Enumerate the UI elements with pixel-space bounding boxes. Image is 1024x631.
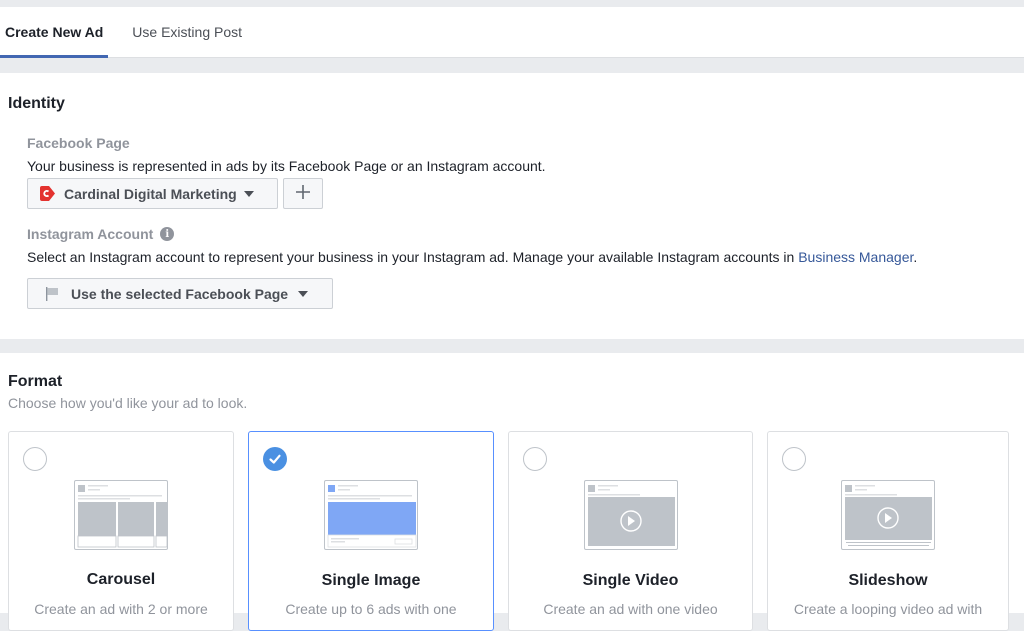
instagram-account-label: Instagram Account [27, 226, 154, 242]
chevron-down-icon [243, 190, 254, 197]
format-option-single-image[interactable]: Single Image Create up to 6 ads with one [248, 431, 494, 631]
facebook-page-label: Facebook Page [27, 135, 130, 151]
format-option-title: Carousel [86, 571, 156, 588]
description-suffix: . [913, 249, 918, 265]
single-image-preview-icon [324, 480, 418, 550]
radio-unchecked[interactable] [782, 447, 806, 471]
format-option-description: Create a looping video ad with [793, 601, 983, 617]
format-option-single-video[interactable]: Single Video Create an ad with one video [508, 431, 753, 631]
selected-account-name: Use the selected Facebook Page [71, 285, 289, 302]
instagram-account-description: Select an Instagram account to represent… [27, 249, 917, 265]
section-title-format: Format [8, 373, 63, 390]
section-title-identity: Identity [8, 95, 65, 112]
description-text: Select an Instagram account to represent… [27, 249, 799, 265]
cardinal-logo-icon [39, 186, 56, 201]
tab-use-existing-post[interactable]: Use Existing Post [127, 7, 247, 57]
radio-checked[interactable] [263, 447, 287, 471]
ad-creation-tabs: Create New Ad Use Existing Post [0, 7, 1024, 58]
radio-unchecked[interactable] [23, 447, 47, 471]
facebook-page-dropdown[interactable]: Cardinal Digital Marketing [27, 178, 278, 209]
flag-icon [45, 286, 59, 301]
facebook-page-description: Your business is represented in ads by i… [27, 158, 546, 174]
top-strip [0, 0, 1024, 7]
instagram-account-label-row: Instagram Account i [27, 226, 175, 242]
format-option-description: Create up to 6 ads with one [285, 601, 457, 617]
format-option-title: Slideshow [848, 572, 928, 589]
format-option-carousel[interactable]: Carousel Create an ad with 2 or more [8, 431, 234, 631]
chevron-down-icon [298, 290, 309, 297]
add-page-button[interactable] [283, 178, 323, 209]
tab-create-new-ad[interactable]: Create New Ad [0, 7, 109, 58]
tab-label: Create New Ad [5, 24, 104, 40]
selected-page-name: Cardinal Digital Marketing [64, 185, 237, 202]
instagram-account-dropdown[interactable]: Use the selected Facebook Page [27, 278, 333, 309]
business-manager-link[interactable]: Business Manager [798, 249, 913, 265]
checkmark-icon [269, 454, 281, 464]
identity-section: Identity Facebook Page Your business is … [0, 73, 1024, 339]
tab-label: Use Existing Post [132, 24, 243, 40]
format-subtitle: Choose how you'd like your ad to look. [8, 395, 248, 411]
slideshow-preview-icon [841, 480, 935, 550]
format-option-description: Create an ad with 2 or more [34, 601, 208, 617]
format-section: Format Choose how you'd like your ad to … [0, 353, 1024, 631]
format-option-title: Single Image [321, 572, 421, 589]
info-icon[interactable]: i [160, 227, 175, 241]
single-video-preview-icon [583, 480, 678, 550]
plus-icon [295, 184, 311, 203]
format-option-description: Create an ad with one video [543, 601, 718, 617]
format-option-slideshow[interactable]: Slideshow Create a looping video ad with [767, 431, 1009, 631]
format-option-title: Single Video [582, 572, 679, 589]
carousel-preview-icon [74, 480, 168, 550]
radio-unchecked[interactable] [523, 447, 547, 471]
